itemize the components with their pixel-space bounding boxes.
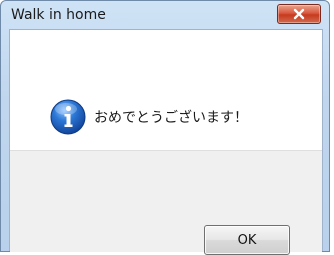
title-bar[interactable]: Walk in home [1,1,329,29]
window-title: Walk in home [11,7,106,23]
message-area: おめでとうございます！ [10,30,322,150]
ok-button[interactable]: OK [204,225,290,255]
close-icon [293,8,305,20]
button-bar: OK [10,150,322,255]
info-icon [50,99,86,135]
dialog-window: Walk in home おめでとうございます！ OK [0,0,330,255]
message-text: おめでとうございます！ [94,110,248,126]
close-button[interactable] [277,4,321,24]
dialog-client-area: おめでとうございます！ OK [9,29,323,255]
